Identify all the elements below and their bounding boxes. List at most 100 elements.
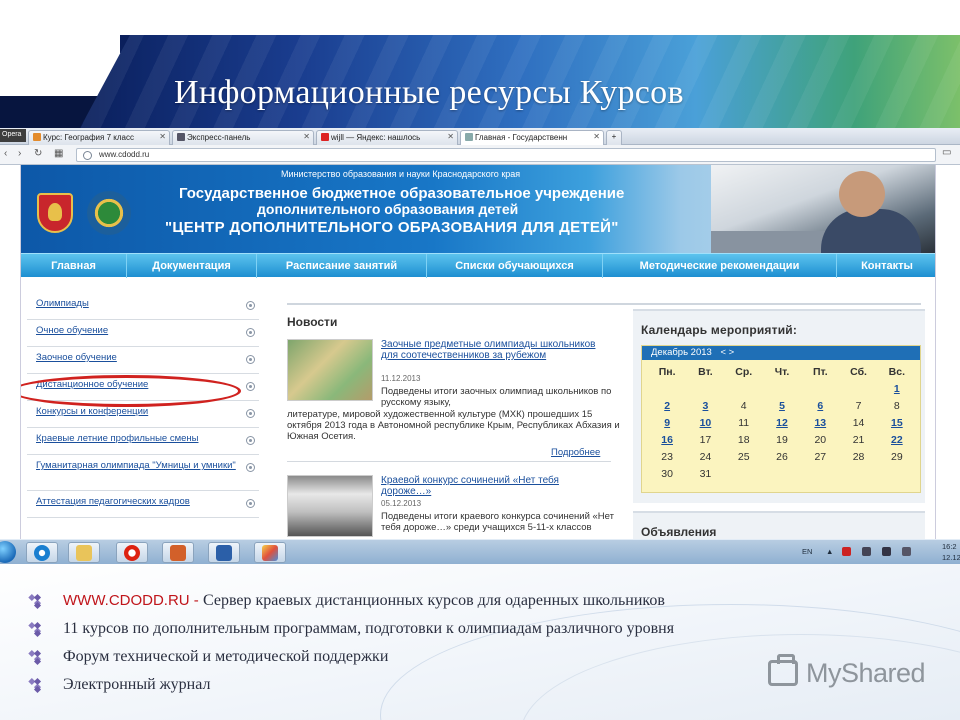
taskbar-word-button[interactable] [208, 542, 240, 563]
calendar-day: 20 [814, 434, 827, 446]
sidebar-item-teacher-certification[interactable]: Аттестация педагогических кадров [27, 491, 259, 518]
calendar-day: 28 [852, 451, 865, 463]
close-icon[interactable]: ✕ [447, 132, 454, 141]
slide-header: Информационные ресурсы Курсов [0, 0, 960, 128]
calendar-day[interactable]: 9 [648, 415, 686, 431]
close-icon[interactable]: ✕ [159, 132, 166, 141]
sidebar-item-correspondence[interactable]: Заочное обучение [27, 347, 259, 374]
calendar-empty-cell [801, 466, 839, 482]
calendar-day[interactable]: 2 [648, 398, 686, 414]
calendar-day[interactable]: 12 [763, 415, 801, 431]
calendar-day[interactable]: 5 [763, 398, 801, 414]
reload-icon[interactable]: ↻ [34, 148, 42, 159]
calendar-weekday: Ср. [735, 366, 753, 378]
menu-home[interactable]: Главная [21, 254, 127, 278]
sidebar-item-label: Краевые летние профильные смены [36, 433, 199, 444]
language-indicator[interactable]: EN [802, 547, 812, 556]
calendar-day[interactable]: 13 [801, 415, 839, 431]
calendar-day: 27 [814, 451, 827, 463]
opera-menu-button[interactable]: Opera [0, 129, 26, 142]
tray-app-icon[interactable] [862, 547, 871, 556]
news-link[interactable]: Заочные предметные олимпиады школьников … [381, 339, 611, 361]
calendar-weekday: Чт. [774, 366, 790, 378]
list-item: 11 курсов по дополнительным программам, … [30, 620, 674, 648]
slide-body: WWW.CDODD.RU - Сервер краевых дистанцион… [0, 564, 960, 720]
calendar-day[interactable]: 6 [801, 398, 839, 414]
show-hidden-icons-icon[interactable]: ▲ [826, 547, 833, 556]
circle-arrow-icon [246, 382, 255, 391]
calendar-day: 31 [699, 468, 712, 480]
calendar-day: 25 [737, 451, 750, 463]
banner-photo [711, 165, 935, 253]
sidebar-item-summer-camps[interactable]: Краевые летние профильные смены [27, 428, 259, 455]
sidebar-item-full-time[interactable]: Очное обучение [27, 320, 259, 347]
tray-app-icon[interactable] [842, 547, 851, 556]
sidebar-item-olympiads[interactable]: Олимпиады [27, 293, 259, 320]
taskbar-paint-button[interactable] [254, 542, 286, 563]
bookmark-icon[interactable]: ▭ [942, 147, 951, 158]
menu-methodical-recommendations[interactable]: Методические рекомендации [603, 254, 837, 278]
new-tab-button[interactable]: + [606, 130, 622, 145]
sidebar-item-label: Конкурсы и конференции [36, 406, 149, 417]
address-bar[interactable]: www.cdodd.ru [76, 148, 936, 162]
calendar-grid: Пн. Вт. Ср. Чт. Пт. Сб. Вс. 1 2 3 4 5 6 7 8 9 10 11 12 13 14… [648, 364, 916, 482]
powerpoint-icon [170, 545, 186, 561]
forward-icon[interactable]: › [18, 148, 21, 159]
taskbar-explorer-button[interactable] [68, 542, 100, 563]
menu-schedule[interactable]: Расписание занятий [257, 254, 427, 278]
news-date: 11.12.2013 [381, 374, 421, 383]
org-name: "ЦЕНТР ДОПОЛНИТЕЛЬНОГО ОБРАЗОВАНИЯ ДЛЯ Д… [165, 219, 619, 236]
list-item: Электронный журнал [30, 676, 674, 704]
tab-express-panel[interactable]: Экспресс-панель ✕ [172, 130, 314, 145]
highlight-annotation-ring [21, 375, 241, 407]
tab-main-page[interactable]: Главная - Государственн ✕ [460, 130, 604, 145]
divider [287, 303, 921, 305]
back-icon[interactable]: ‹ [4, 148, 7, 159]
taskbar-powerpoint-button[interactable] [162, 542, 194, 563]
calendar-empty-cell [763, 466, 801, 482]
list-item-text: 11 курсов по дополнительным программам, … [63, 620, 675, 637]
calendar-day[interactable]: 22 [878, 432, 916, 448]
paint-icon [262, 545, 278, 561]
calendar-weekday: Пн. [658, 366, 676, 378]
bullet-icon [32, 651, 44, 663]
menu-contacts[interactable]: Контакты [837, 254, 935, 278]
address-text: www.cdodd.ru [99, 150, 150, 159]
calendar-day[interactable]: 16 [648, 432, 686, 448]
close-icon[interactable]: ✕ [593, 132, 600, 141]
taskbar-ie-button[interactable] [26, 542, 58, 563]
clock-date[interactable]: 12.12.2 [942, 553, 960, 562]
news-book-image[interactable] [287, 475, 373, 537]
clock-time[interactable]: 16:2 [942, 542, 957, 551]
news-heading: Новости [287, 315, 338, 329]
month-nav-arrows[interactable]: < > [720, 347, 734, 358]
start-button[interactable] [0, 541, 16, 563]
bullet-icon [32, 679, 44, 691]
calendar-day[interactable]: 1 [878, 381, 916, 397]
taskbar-opera-button[interactable] [116, 542, 148, 563]
close-icon[interactable]: ✕ [303, 132, 310, 141]
menu-documentation[interactable]: Документация [127, 254, 257, 278]
tab-yandex[interactable]: wijll — Яндекс: нашлось ✕ [316, 130, 458, 145]
volume-icon[interactable] [902, 547, 911, 556]
network-icon[interactable] [882, 547, 891, 556]
calendar-weekday: Вс. [888, 366, 906, 378]
news-link[interactable]: Краевой конкурс сочинений «Нет тебя доро… [381, 475, 611, 497]
tab-bar: Opera Курс: География 7 класс ✕ Экспресс-… [0, 128, 960, 145]
ie-icon [34, 545, 50, 561]
menu-student-lists[interactable]: Списки обучающихся [427, 254, 603, 278]
calendar-day[interactable]: 10 [686, 415, 724, 431]
grid-icon[interactable]: ▦ [54, 148, 63, 159]
news-item: Краевой конкурс сочинений «Нет тебя доро… [287, 475, 617, 539]
calendar-day[interactable]: 3 [686, 398, 724, 414]
news-text: Подведены итоги краевого конкурса сочине… [381, 511, 614, 533]
calendar-day: 29 [891, 451, 903, 463]
sidebar-item-humanitarian-olympiad[interactable]: Гуманитарная олимпиада "Умницы и умники" [27, 455, 259, 491]
news-map-image[interactable] [287, 339, 373, 401]
sidebar-item-label: Заочное обучение [36, 352, 117, 363]
tab-course[interactable]: Курс: География 7 класс ✕ [28, 130, 170, 145]
calendar-day: 8 [893, 400, 900, 412]
more-link[interactable]: Подробнее [551, 447, 600, 458]
bullet-list: WWW.CDODD.RU - Сервер краевых дистанцион… [30, 592, 674, 704]
calendar-day[interactable]: 15 [878, 415, 916, 431]
